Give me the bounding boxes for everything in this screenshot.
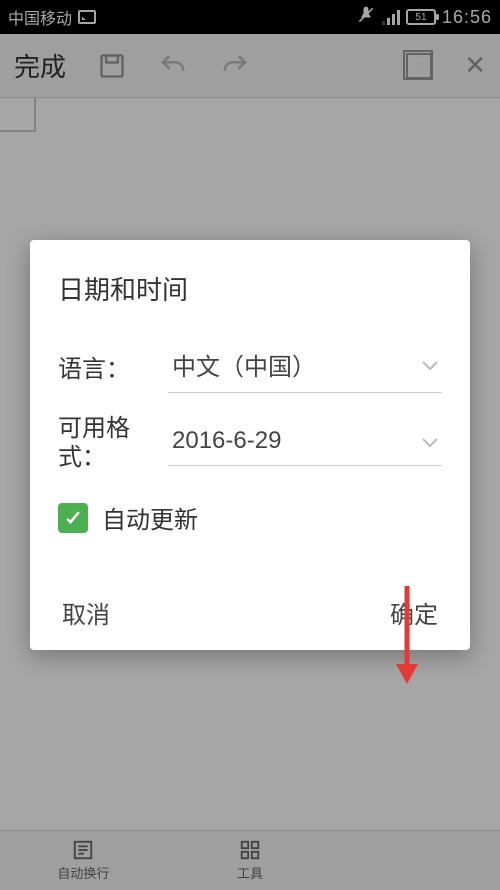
auto-update-label: 自动更新 bbox=[102, 500, 198, 535]
confirm-button[interactable]: 确定 bbox=[390, 595, 438, 630]
dialog-title: 日期和时间 bbox=[58, 270, 442, 307]
datetime-dialog: 日期和时间 语言： 中文（中国） 可用格式： 2016-6-29 bbox=[30, 240, 470, 651]
language-select[interactable]: 中文（中国） bbox=[168, 341, 442, 393]
format-label: 可用格式： bbox=[58, 415, 168, 473]
language-value: 中文（中国） bbox=[172, 347, 316, 382]
chevron-down-icon bbox=[422, 350, 438, 378]
format-select[interactable]: 2016-6-29 bbox=[168, 421, 442, 466]
format-row: 可用格式： 2016-6-29 bbox=[58, 415, 442, 473]
language-label: 语言： bbox=[58, 349, 168, 384]
checkbox-checked-icon[interactable] bbox=[58, 503, 88, 533]
chevron-down-icon bbox=[422, 427, 438, 455]
modal-overlay[interactable]: 日期和时间 语言： 中文（中国） 可用格式： 2016-6-29 bbox=[0, 0, 500, 890]
language-row: 语言： 中文（中国） bbox=[58, 341, 442, 393]
format-value: 2016-6-29 bbox=[172, 427, 281, 455]
cancel-button[interactable]: 取消 bbox=[62, 595, 110, 630]
auto-update-row[interactable]: 自动更新 bbox=[58, 500, 442, 535]
